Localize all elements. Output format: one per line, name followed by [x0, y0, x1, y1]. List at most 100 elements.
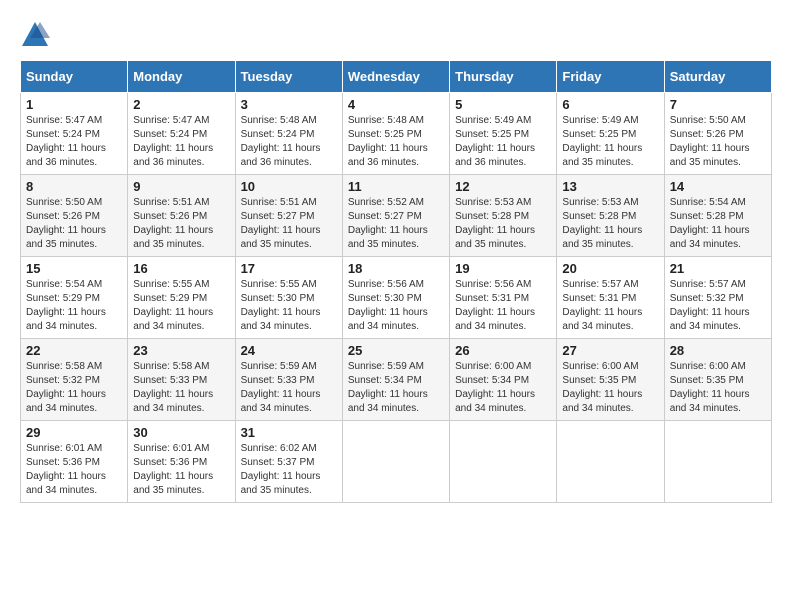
- calendar-cell: 29 Sunrise: 6:01 AM Sunset: 5:36 PM Dayli…: [21, 421, 128, 503]
- day-number: 31: [241, 425, 337, 440]
- day-number: 16: [133, 261, 229, 276]
- day-info: Sunrise: 5:57 AM Sunset: 5:32 PM Dayligh…: [670, 278, 766, 334]
- day-info: Sunrise: 5:59 AM Sunset: 5:34 PM Dayligh…: [348, 360, 444, 416]
- day-info: Sunrise: 5:51 AM Sunset: 5:26 PM Dayligh…: [133, 196, 229, 252]
- day-number: 30: [133, 425, 229, 440]
- calendar-cell: 10 Sunrise: 5:51 AM Sunset: 5:27 PM Dayli…: [235, 175, 342, 257]
- logo-icon: [20, 20, 50, 50]
- day-number: 13: [562, 179, 658, 194]
- day-number: 4: [348, 97, 444, 112]
- calendar-cell: 18Sunrise: 5:56 AM Sunset: 5:30 PM Dayli…: [342, 257, 449, 339]
- day-number: 3: [241, 97, 337, 112]
- day-info: Sunrise: 5:53 AM Sunset: 5:28 PM Dayligh…: [562, 196, 658, 252]
- day-number: 5: [455, 97, 551, 112]
- day-info: Sunrise: 5:59 AM Sunset: 5:33 PM Dayligh…: [241, 360, 337, 416]
- day-number: 10: [241, 179, 337, 194]
- calendar-header-row: SundayMondayTuesdayWednesdayThursdayFrid…: [21, 61, 772, 93]
- day-info: Sunrise: 5:55 AM Sunset: 5:29 PM Dayligh…: [133, 278, 229, 334]
- calendar-cell: 12 Sunrise: 5:53 AM Sunset: 5:28 PM Dayli…: [450, 175, 557, 257]
- day-info: Sunrise: 6:00 AM Sunset: 5:35 PM Dayligh…: [670, 360, 766, 416]
- day-number: 27: [562, 343, 658, 358]
- day-number: 22: [26, 343, 122, 358]
- day-info: Sunrise: 5:50 AM Sunset: 5:26 PM Dayligh…: [670, 114, 766, 170]
- day-info: Sunrise: 6:00 AM Sunset: 5:34 PM Dayligh…: [455, 360, 551, 416]
- calendar-cell: 2 Sunrise: 5:47 AM Sunset: 5:24 PM Daylig…: [128, 93, 235, 175]
- day-info: Sunrise: 5:49 AM Sunset: 5:25 PM Dayligh…: [455, 114, 551, 170]
- day-number: 7: [670, 97, 766, 112]
- calendar-cell: 14 Sunrise: 5:54 AM Sunset: 5:28 PM Dayli…: [664, 175, 771, 257]
- calendar-cell: 22Sunrise: 5:58 AM Sunset: 5:32 PM Dayli…: [21, 339, 128, 421]
- day-number: 24: [241, 343, 337, 358]
- calendar-cell: 27 Sunrise: 6:00 AM Sunset: 5:35 PM Dayli…: [557, 339, 664, 421]
- calendar-cell: 31 Sunrise: 6:02 AM Sunset: 5:37 PM Dayli…: [235, 421, 342, 503]
- day-number: 12: [455, 179, 551, 194]
- day-info: Sunrise: 6:01 AM Sunset: 5:36 PM Dayligh…: [133, 442, 229, 498]
- calendar-cell: 6 Sunrise: 5:49 AM Sunset: 5:25 PM Daylig…: [557, 93, 664, 175]
- calendar-cell: [557, 421, 664, 503]
- day-number: 23: [133, 343, 229, 358]
- calendar-cell: 4Sunrise: 5:48 AM Sunset: 5:25 PM Daylig…: [342, 93, 449, 175]
- calendar-cell: 21 Sunrise: 5:57 AM Sunset: 5:32 PM Dayli…: [664, 257, 771, 339]
- weekday-header: Monday: [128, 61, 235, 93]
- weekday-header: Friday: [557, 61, 664, 93]
- calendar-cell: 5 Sunrise: 5:49 AM Sunset: 5:25 PM Daylig…: [450, 93, 557, 175]
- calendar-cell: 19Sunrise: 5:56 AM Sunset: 5:31 PM Dayli…: [450, 257, 557, 339]
- day-info: Sunrise: 6:01 AM Sunset: 5:36 PM Dayligh…: [26, 442, 122, 498]
- calendar-cell: 8 Sunrise: 5:50 AM Sunset: 5:26 PM Daylig…: [21, 175, 128, 257]
- day-number: 29: [26, 425, 122, 440]
- weekday-header: Thursday: [450, 61, 557, 93]
- calendar-cell: 1 Sunrise: 5:47 AM Sunset: 5:24 PM Daylig…: [21, 93, 128, 175]
- day-number: 19: [455, 261, 551, 276]
- weekday-header: Wednesday: [342, 61, 449, 93]
- day-info: Sunrise: 5:58 AM Sunset: 5:33 PM Dayligh…: [133, 360, 229, 416]
- calendar-cell: 7 Sunrise: 5:50 AM Sunset: 5:26 PM Daylig…: [664, 93, 771, 175]
- calendar-cell: 15Sunrise: 5:54 AM Sunset: 5:29 PM Dayli…: [21, 257, 128, 339]
- day-info: Sunrise: 5:53 AM Sunset: 5:28 PM Dayligh…: [455, 196, 551, 252]
- day-info: Sunrise: 5:51 AM Sunset: 5:27 PM Dayligh…: [241, 196, 337, 252]
- weekday-header: Sunday: [21, 61, 128, 93]
- day-number: 21: [670, 261, 766, 276]
- day-info: Sunrise: 5:49 AM Sunset: 5:25 PM Dayligh…: [562, 114, 658, 170]
- day-number: 28: [670, 343, 766, 358]
- calendar-cell: 17Sunrise: 5:55 AM Sunset: 5:30 PM Dayli…: [235, 257, 342, 339]
- calendar-cell: 25 Sunrise: 5:59 AM Sunset: 5:34 PM Dayli…: [342, 339, 449, 421]
- calendar-cell: 26 Sunrise: 6:00 AM Sunset: 5:34 PM Dayli…: [450, 339, 557, 421]
- calendar-table: SundayMondayTuesdayWednesdayThursdayFrid…: [20, 60, 772, 503]
- day-number: 26: [455, 343, 551, 358]
- calendar-cell: 9 Sunrise: 5:51 AM Sunset: 5:26 PM Daylig…: [128, 175, 235, 257]
- day-number: 11: [348, 179, 444, 194]
- day-info: Sunrise: 6:00 AM Sunset: 5:35 PM Dayligh…: [562, 360, 658, 416]
- day-info: Sunrise: 5:57 AM Sunset: 5:31 PM Dayligh…: [562, 278, 658, 334]
- day-number: 9: [133, 179, 229, 194]
- calendar-week-row: 15Sunrise: 5:54 AM Sunset: 5:29 PM Dayli…: [21, 257, 772, 339]
- calendar-cell: 23 Sunrise: 5:58 AM Sunset: 5:33 PM Dayli…: [128, 339, 235, 421]
- page-header: [20, 20, 772, 50]
- calendar-week-row: 1 Sunrise: 5:47 AM Sunset: 5:24 PM Daylig…: [21, 93, 772, 175]
- day-number: 20: [562, 261, 658, 276]
- day-info: Sunrise: 5:48 AM Sunset: 5:24 PM Dayligh…: [241, 114, 337, 170]
- day-info: Sunrise: 5:47 AM Sunset: 5:24 PM Dayligh…: [133, 114, 229, 170]
- day-info: Sunrise: 5:50 AM Sunset: 5:26 PM Dayligh…: [26, 196, 122, 252]
- day-number: 1: [26, 97, 122, 112]
- calendar-cell: [664, 421, 771, 503]
- calendar-cell: 28 Sunrise: 6:00 AM Sunset: 5:35 PM Dayli…: [664, 339, 771, 421]
- day-number: 8: [26, 179, 122, 194]
- logo: [20, 20, 52, 50]
- day-number: 6: [562, 97, 658, 112]
- calendar-week-row: 29 Sunrise: 6:01 AM Sunset: 5:36 PM Dayli…: [21, 421, 772, 503]
- calendar-cell: 11 Sunrise: 5:52 AM Sunset: 5:27 PM Dayli…: [342, 175, 449, 257]
- day-info: Sunrise: 5:54 AM Sunset: 5:28 PM Dayligh…: [670, 196, 766, 252]
- day-info: Sunrise: 5:55 AM Sunset: 5:30 PM Dayligh…: [241, 278, 337, 334]
- day-info: Sunrise: 5:47 AM Sunset: 5:24 PM Dayligh…: [26, 114, 122, 170]
- calendar-cell: [450, 421, 557, 503]
- calendar-cell: 30 Sunrise: 6:01 AM Sunset: 5:36 PM Dayli…: [128, 421, 235, 503]
- day-info: Sunrise: 5:52 AM Sunset: 5:27 PM Dayligh…: [348, 196, 444, 252]
- day-number: 2: [133, 97, 229, 112]
- calendar-cell: 24 Sunrise: 5:59 AM Sunset: 5:33 PM Dayli…: [235, 339, 342, 421]
- calendar-cell: 3 Sunrise: 5:48 AM Sunset: 5:24 PM Daylig…: [235, 93, 342, 175]
- day-info: Sunrise: 6:02 AM Sunset: 5:37 PM Dayligh…: [241, 442, 337, 498]
- day-number: 18: [348, 261, 444, 276]
- day-number: 14: [670, 179, 766, 194]
- weekday-header: Saturday: [664, 61, 771, 93]
- day-number: 25: [348, 343, 444, 358]
